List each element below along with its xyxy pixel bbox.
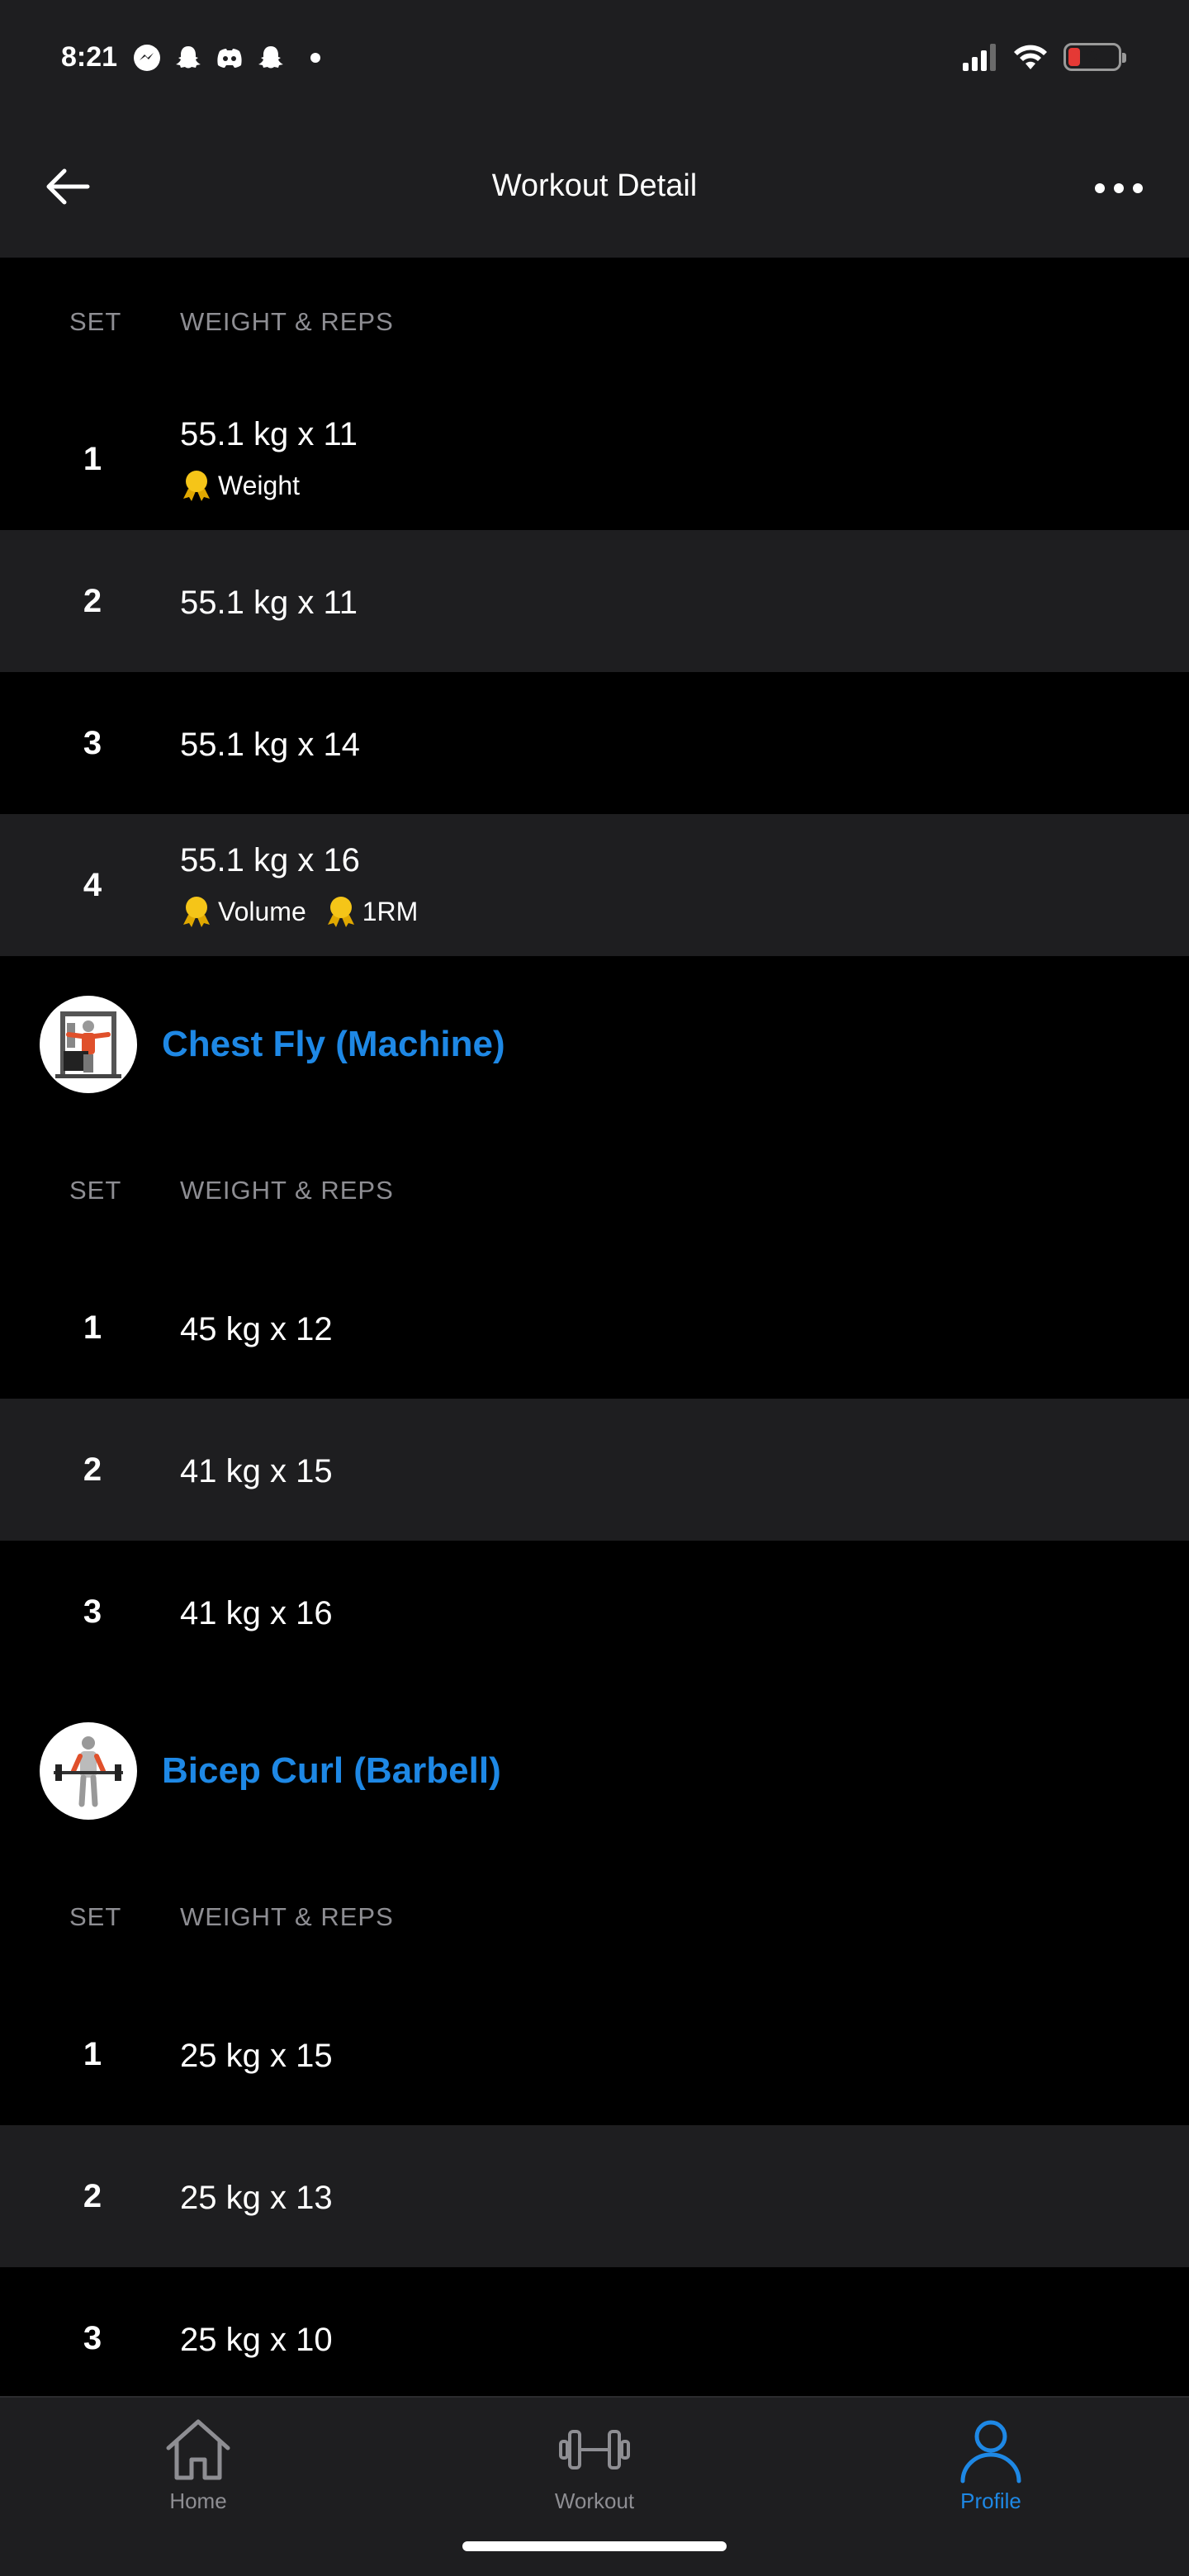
personal-records: Weight — [180, 469, 318, 502]
sets-header: SET WEIGHT & REPS — [0, 1126, 1189, 1257]
set-weight-reps: 55.1 kg x 11 — [180, 585, 358, 621]
status-bar: 8:21 6 — [0, 0, 1189, 124]
weight-reps-column-header: WEIGHT & REPS — [180, 1902, 394, 1931]
battery-indicator: 6 — [1063, 43, 1126, 71]
weight-reps-column-header: WEIGHT & REPS — [180, 307, 394, 336]
weight-reps-column-header: WEIGHT & REPS — [180, 1176, 394, 1205]
set-number: 3 — [83, 1593, 102, 1630]
pr-badge: Volume — [180, 895, 306, 928]
set-number: 2 — [83, 583, 102, 619]
tab-profile[interactable]: Profile — [908, 2398, 1073, 2530]
page-title: Workout Detail — [491, 168, 698, 203]
profile-icon — [954, 2413, 1028, 2487]
set-row: 1 45 kg x 12 — [0, 1257, 1189, 1399]
set-weight-reps: 45 kg x 12 — [180, 1311, 333, 1347]
sets-header: SET WEIGHT & REPS — [0, 258, 1189, 388]
set-number: 3 — [83, 2320, 102, 2356]
set-row: 3 41 kg x 16 — [0, 1541, 1189, 1683]
tab-label: Home — [169, 2488, 227, 2513]
tab-label: Profile — [960, 2488, 1021, 2513]
set-number: 2 — [83, 2178, 102, 2214]
discord-icon — [217, 49, 242, 68]
wifi-icon — [1014, 45, 1047, 69]
pr-badge: Weight — [180, 469, 300, 502]
pr-label: Volume — [218, 896, 306, 926]
set-row: 1 55.1 kg x 11 Weight — [0, 388, 1189, 530]
exercise-name[interactable]: Chest Fly (Machine) — [162, 1024, 505, 1065]
bicep-curl-barbell-icon — [54, 1736, 123, 1807]
tab-label: Workout — [554, 2488, 635, 2513]
system-icons: 6 — [961, 43, 1126, 71]
pr-badge: 1RM — [324, 895, 419, 928]
set-number: 4 — [83, 867, 102, 903]
exercise-name[interactable]: Bicep Curl (Barbell) — [162, 1750, 501, 1792]
set-weight-reps: 55.1 kg x 14 — [180, 727, 360, 763]
set-number: 2 — [83, 1451, 102, 1488]
exercise-header[interactable]: Bicep Curl (Barbell) — [0, 1683, 1189, 1853]
set-weight-reps: 55.1 kg x 16 — [180, 842, 360, 878]
medal-icon — [327, 897, 354, 927]
snapchat-icon — [176, 46, 201, 69]
set-weight-reps: 25 kg x 10 — [180, 2322, 333, 2358]
more-options-button[interactable] — [1090, 165, 1148, 211]
set-number: 3 — [83, 725, 102, 761]
set-row: 3 25 kg x 10 — [0, 2267, 1189, 2409]
workout-exercises: SET WEIGHT & REPS 1 55.1 kg x 11 Weight … — [0, 258, 1189, 2409]
messenger-icon — [134, 45, 160, 71]
personal-records: Volume 1RM — [180, 895, 436, 928]
set-row: 2 55.1 kg x 11 — [0, 530, 1189, 672]
exercise-thumbnail[interactable] — [40, 996, 137, 1093]
set-number: 1 — [83, 1309, 102, 1346]
notification-icons — [132, 43, 320, 73]
set-number: 1 — [83, 441, 102, 477]
set-row: 2 41 kg x 15 — [0, 1399, 1189, 1541]
home-indicator[interactable] — [462, 2541, 727, 2551]
set-row: 2 25 kg x 13 — [0, 2125, 1189, 2267]
set-weight-reps: 55.1 kg x 11 — [180, 416, 358, 452]
medal-icon — [183, 471, 210, 501]
battery-level: 6 — [1087, 45, 1098, 68]
status-time: 8:21 — [61, 41, 118, 73]
snapchat-icon — [258, 46, 283, 69]
dumbbell-icon — [557, 2413, 632, 2487]
set-weight-reps: 41 kg x 15 — [180, 1453, 333, 1489]
home-icon — [161, 2413, 235, 2487]
set-column-header: SET — [69, 1902, 122, 1931]
set-weight-reps: 25 kg x 13 — [180, 2180, 333, 2216]
chest-fly-machine-icon — [55, 1011, 121, 1078]
pr-label: 1RM — [362, 896, 419, 926]
set-row: 4 55.1 kg x 16 Volume 1RM — [0, 814, 1189, 956]
signal-icon — [963, 44, 996, 71]
set-column-header: SET — [69, 307, 122, 336]
set-row: 1 25 kg x 15 — [0, 1983, 1189, 2125]
pr-label: Weight — [218, 470, 301, 500]
battery-fill — [1068, 48, 1080, 66]
medal-icon — [183, 897, 210, 927]
more-notifications-dot — [310, 53, 320, 63]
set-row: 3 55.1 kg x 14 — [0, 672, 1189, 814]
exercise-header[interactable]: Chest Fly (Machine) — [0, 956, 1189, 1126]
set-weight-reps: 25 kg x 15 — [180, 2038, 333, 2074]
tab-home[interactable]: Home — [116, 2398, 281, 2530]
exercise-thumbnail[interactable] — [40, 1722, 137, 1820]
tab-workout[interactable]: Workout — [512, 2398, 677, 2530]
set-number: 1 — [83, 2036, 102, 2072]
more-dots-icon — [1095, 183, 1143, 193]
sets-header: SET WEIGHT & REPS — [0, 1853, 1189, 1983]
set-weight-reps: 41 kg x 16 — [180, 1595, 333, 1631]
set-column-header: SET — [69, 1176, 122, 1205]
